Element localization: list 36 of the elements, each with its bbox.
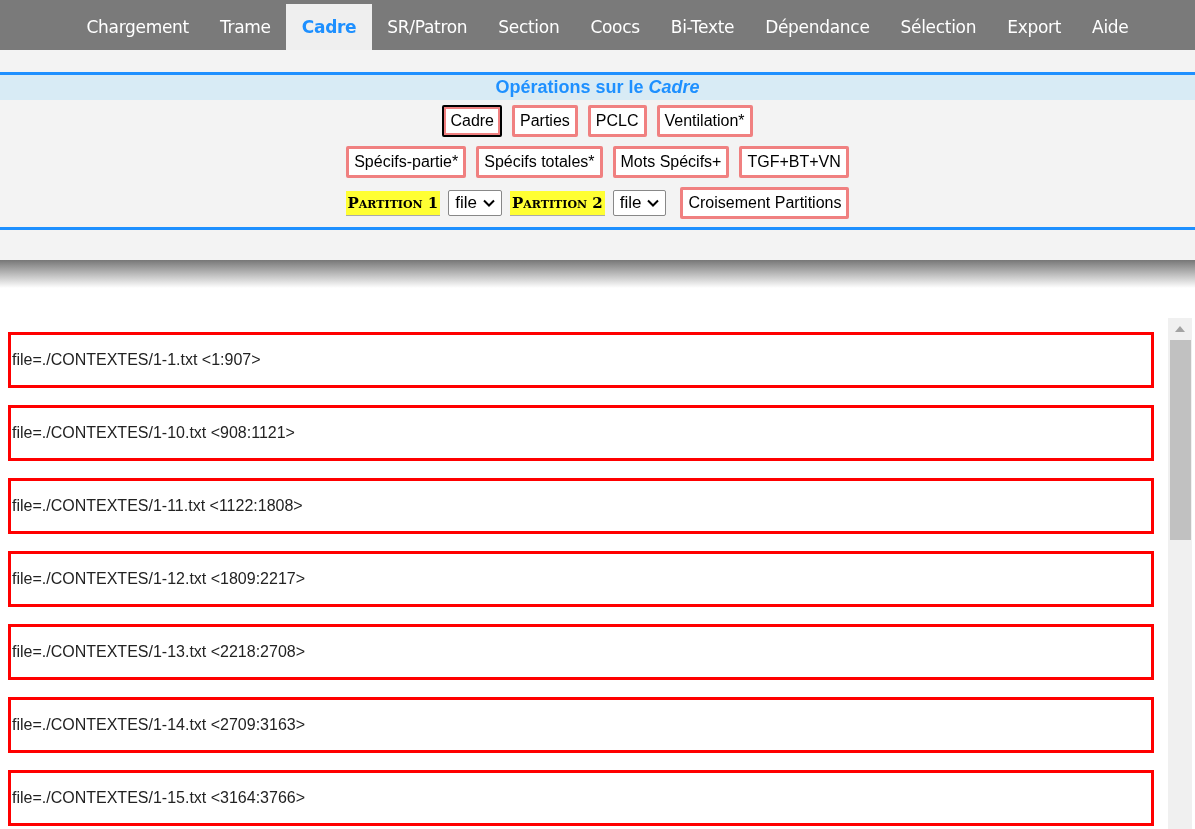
tab[interactable]: Chargement bbox=[71, 4, 205, 50]
tab[interactable]: Export bbox=[991, 4, 1077, 50]
operation-button[interactable]: Ventilation* bbox=[656, 105, 753, 137]
chevron-down-icon bbox=[483, 199, 495, 207]
tab[interactable]: Aide bbox=[1076, 4, 1144, 50]
tab[interactable]: Dépendance bbox=[749, 4, 886, 50]
tab[interactable]: Coocs bbox=[574, 4, 656, 50]
operation-button[interactable]: Spécifs totales* bbox=[476, 146, 603, 178]
tab[interactable]: Section bbox=[482, 4, 575, 50]
tab[interactable]: Trame bbox=[204, 4, 287, 50]
file-entry: file=./CONTEXTES/1-13.txt <2218:2708> bbox=[8, 624, 1154, 680]
operation-button[interactable]: Mots Spécifs+ bbox=[612, 146, 730, 178]
operation-button[interactable]: Spécifs-partie* bbox=[346, 146, 467, 178]
file-entry: file=./CONTEXTES/1-12.txt <1809:2217> bbox=[8, 551, 1154, 607]
scrollbar[interactable] bbox=[1168, 318, 1192, 829]
operation-button[interactable]: Parties bbox=[512, 105, 578, 137]
scroll-up-icon[interactable] bbox=[1175, 326, 1185, 332]
tab[interactable]: Bi-Texte bbox=[655, 4, 750, 50]
panel-title: Opérations sur le Cadre bbox=[0, 72, 1195, 100]
chevron-down-icon bbox=[647, 199, 660, 207]
cross-partitions-button[interactable]: Croisement Partitions bbox=[680, 187, 850, 219]
file-entry: file=./CONTEXTES/1-15.txt <3164:3766> bbox=[8, 770, 1154, 826]
file-entry: file=./CONTEXTES/1-10.txt <908:1121> bbox=[8, 405, 1154, 461]
partition-select[interactable]: file bbox=[448, 190, 502, 216]
tab[interactable]: Sélection bbox=[885, 4, 992, 50]
scrollbar-thumb[interactable] bbox=[1169, 340, 1191, 540]
tab[interactable]: SR/Patron bbox=[371, 4, 483, 50]
file-entry: file=./CONTEXTES/1-11.txt <1122:1808> bbox=[8, 478, 1154, 534]
partition-label: Partition 2 bbox=[510, 190, 605, 216]
operation-button[interactable]: TGF+BT+VN bbox=[739, 146, 849, 178]
file-entry: file=./CONTEXTES/1-14.txt <2709:3163> bbox=[8, 697, 1154, 753]
operation-button[interactable]: Cadre bbox=[442, 105, 502, 137]
operation-button[interactable]: PCLC bbox=[587, 105, 647, 137]
file-entry: file=./CONTEXTES/1-1.txt <1:907> bbox=[8, 332, 1154, 388]
partition-select[interactable]: file bbox=[612, 190, 667, 216]
partition-label: Partition 1 bbox=[345, 190, 441, 216]
